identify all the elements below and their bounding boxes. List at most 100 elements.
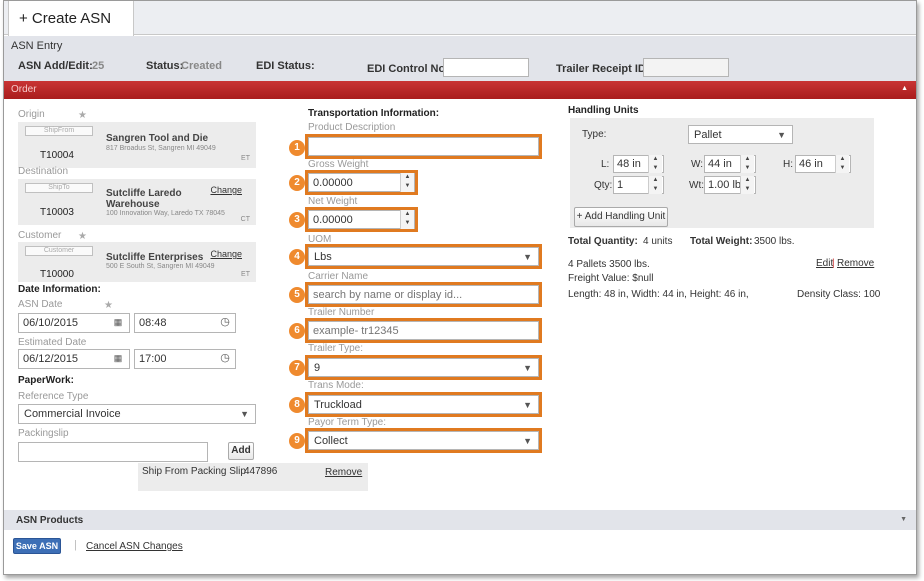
trans-mode-select[interactable]: Truckload ▼ [308,395,539,414]
arrow-up-icon[interactable]: ▲ [741,155,754,164]
slip-row-value: 447896 [244,466,278,477]
origin-address: 817 Broadus St, Sangren MI 49049 [106,145,216,152]
length-label: L: [601,159,610,170]
paperwork-title: PaperWork: [18,375,74,386]
ref-type-select[interactable]: Commercial Invoice ▼ [18,404,256,424]
arrow-down-icon[interactable]: ▼ [401,182,414,191]
total-qty-label: Total Quantity: [568,236,638,247]
edi-control-label: EDI Control No: [367,63,449,75]
expand-down-icon[interactable]: ▼ [900,516,907,523]
width-label: W: [691,159,704,170]
dims-line: Length: 48 in, Width: 44 in, Height: 46 … [568,289,749,300]
uom-select[interactable]: Lbs ▼ [308,247,539,266]
ref-type-label: Reference Type [18,391,89,402]
remove-link[interactable]: Remove [837,258,874,269]
est-date-label: Estimated Date [18,337,87,348]
arrow-up-icon[interactable]: ▲ [649,176,662,185]
destination-box: ShipTo T10003 Sutcliffe Laredo Warehouse … [18,179,256,225]
origin-name: Sangren Tool and Die [106,133,209,144]
arrow-down-icon[interactable]: ▼ [741,164,754,173]
customer-label: Customer [18,230,62,241]
total-wt-label: Total Weight: [690,236,753,247]
calendar-icon[interactable]: ▦ [109,315,127,331]
payor-term-select[interactable]: Collect ▼ [308,431,539,450]
trailer-type-select[interactable]: 9 ▼ [308,358,539,377]
asn-products-bar[interactable]: ASN Products ▼ [4,510,916,530]
chevron-down-icon: ▼ [240,409,249,419]
clock-icon[interactable]: ◷ [216,351,234,367]
collapse-up-icon[interactable]: ▲ [901,85,908,92]
trailer-number-input[interactable] [308,321,539,340]
product-desc-label: Product Description [308,122,396,133]
qty-label: Qty: [594,180,613,191]
edi-control-input[interactable] [443,58,529,77]
arrow-down-icon[interactable]: ▼ [401,219,414,228]
arrow-down-icon[interactable]: ▼ [649,185,662,194]
wt-spinner[interactable]: ▲ ▼ [740,176,754,194]
edit-link[interactable]: Edit [816,258,833,269]
density-class: Density Class: 100 [797,289,881,300]
slip-row-label: Ship From Packing Slip [142,466,246,477]
handling-type-select[interactable]: Pallet ▼ [688,125,793,144]
calendar-icon[interactable]: ▦ [109,351,127,367]
asn-date-label: ASN Date [18,299,63,310]
slip-remove-link[interactable]: Remove [325,467,362,478]
asn-header: ASN Add/Edit: 25 Status: Created EDI Sta… [4,55,916,81]
chevron-down-icon: ▼ [523,436,532,446]
net-weight-input[interactable]: 0.00000 [308,210,415,229]
chevron-down-icon: ▼ [523,252,532,262]
arrow-up-icon[interactable]: ▲ [741,176,754,185]
arrow-down-icon[interactable]: ▼ [741,185,754,194]
app-window: + Create ASN ASN Entry ASN Add/Edit: 25 … [3,0,917,575]
arrow-up-icon[interactable]: ▲ [401,173,414,182]
total-qty-value: 4 units [643,236,673,247]
destination-code: T10003 [40,207,74,218]
customer-change-link[interactable]: Change [210,249,242,259]
step-8-badge: 8 [289,397,305,413]
cancel-changes-link[interactable]: Cancel ASN Changes [86,541,183,552]
trans-mode-label: Trans Mode: [308,380,364,391]
product-description-input[interactable] [308,137,539,156]
customer-box: Customer T10000 Sutcliffe Enterprises 50… [18,242,256,282]
net-weight-spinner[interactable]: ▲ ▼ [400,210,414,229]
length-spinner[interactable]: ▲ ▼ [648,155,662,173]
packingslip-input[interactable] [18,442,208,462]
carrier-name-input[interactable] [308,285,539,304]
arrow-up-icon[interactable]: ▲ [836,155,849,164]
gross-weight-spinner[interactable]: ▲ ▼ [400,173,414,192]
origin-code: T10004 [40,150,74,161]
trailer-number-label: Trailer Number [308,307,375,318]
handling-units-panel: Type: Pallet ▼ L: 48 in ▲ ▼ W: 44 in ▲ ▼ H:… [570,118,874,228]
qty-spinner[interactable]: ▲ ▼ [648,176,662,194]
arrow-up-icon[interactable]: ▲ [401,210,414,219]
gross-weight-input[interactable]: 0.00000 [308,173,415,192]
customer-timezone: ET [241,271,250,278]
destination-address: 100 Innovation Way, Laredo TX 78045 [106,210,225,217]
tab-create-asn[interactable]: + Create ASN [8,1,134,36]
customer-code: T10000 [40,269,74,280]
destination-change-link[interactable]: Change [210,185,242,195]
add-handling-unit-button[interactable]: + Add Handling Unit [574,207,668,227]
order-bar[interactable]: Order ▲ [4,81,916,99]
save-asn-button[interactable]: Save ASN [13,538,61,554]
customer-name: Sutcliffe Enterprises [106,252,204,263]
width-spinner[interactable]: ▲ ▼ [740,155,754,173]
arrow-down-icon[interactable]: ▼ [649,164,662,173]
arrow-up-icon[interactable]: ▲ [649,155,662,164]
trailer-receipt-label: Trailer Receipt ID: [556,63,650,75]
trailer-receipt-input[interactable] [643,58,729,77]
net-weight-label: Net Weight [308,196,358,207]
arrow-down-icon[interactable]: ▼ [836,164,849,173]
add-packingslip-button[interactable]: Add [228,442,254,460]
tab-bar: + Create ASN [4,1,916,36]
shipto-pill[interactable]: ShipTo [25,183,93,193]
asn-products-title: ASN Products [16,515,84,526]
clock-icon[interactable]: ◷ [216,315,234,331]
step-6-badge: 6 [289,323,305,339]
customer-pill[interactable]: Customer [25,246,93,256]
required-star-icon: ★ [78,110,87,121]
origin-timezone: ET [241,155,250,162]
height-spinner[interactable]: ▲ ▼ [835,155,849,173]
shipfrom-pill[interactable]: ShipFrom [25,126,93,136]
handling-units-title: Handling Units [568,105,639,116]
